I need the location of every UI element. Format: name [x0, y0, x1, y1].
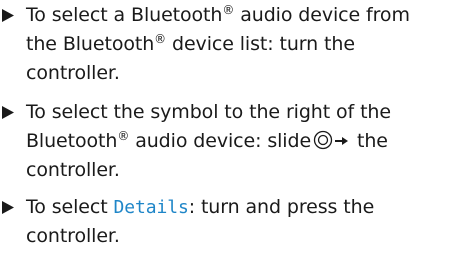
- instruction-text: the Bluetooth: [26, 33, 155, 55]
- instruction-text: controller.: [26, 225, 120, 247]
- slide-right-icon: [313, 130, 349, 150]
- registered-mark: ®: [154, 32, 167, 46]
- triangle-bullet-icon: [2, 194, 16, 221]
- instruction-line: the Bluetooth® device list: turn the: [26, 31, 355, 59]
- registered-mark: ®: [117, 129, 130, 143]
- instruction-line: To select Details: turn and press the: [26, 194, 374, 222]
- instruction-line: Bluetooth® audio device: slide the: [26, 128, 388, 156]
- instruction-text: audio device from: [234, 4, 410, 26]
- instruction-text: To select the symbol to the right of the: [26, 101, 391, 123]
- instruction-text: To select: [26, 196, 114, 218]
- instruction-text: controller.: [26, 159, 120, 181]
- registered-mark: ®: [222, 3, 235, 17]
- instruction-text: device list: turn the: [166, 33, 355, 55]
- instruction-text: the: [351, 130, 388, 152]
- instruction-list: To select a Bluetooth® audio device from…: [0, 0, 456, 254]
- details-menu-item: Details: [113, 197, 189, 218]
- instruction-line: controller.: [26, 60, 120, 88]
- instruction-text: controller.: [26, 62, 120, 84]
- instruction-text: To select a Bluetooth: [26, 4, 223, 26]
- instruction-line: controller.: [26, 157, 120, 185]
- instruction-line: controller.: [26, 223, 120, 251]
- instruction-line: To select the symbol to the right of the: [26, 99, 391, 127]
- instruction-text: : turn and press the: [188, 196, 375, 218]
- instruction-text: Bluetooth: [26, 130, 118, 152]
- instruction-text: audio device: slide: [129, 130, 312, 152]
- triangle-bullet-icon: [2, 2, 16, 29]
- triangle-bullet-icon: [2, 99, 16, 126]
- instruction-line: To select a Bluetooth® audio device from: [26, 2, 410, 30]
